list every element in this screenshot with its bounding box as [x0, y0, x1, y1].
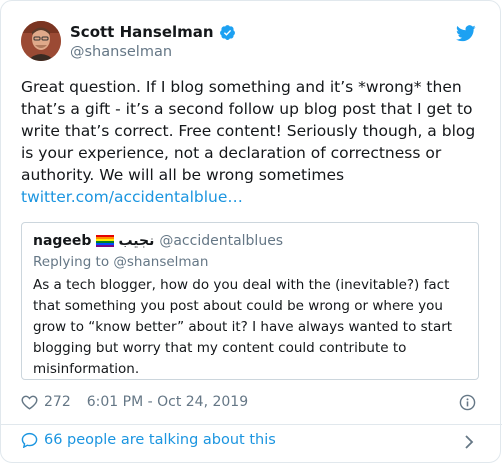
- replying-to: Replying to @shanselman: [33, 254, 209, 270]
- conversation-label: 66 people are talking about this: [44, 432, 276, 448]
- quoted-author-name-arabic: نجيب: [118, 233, 155, 249]
- quoted-tweet-header: nageeb نجيب @accidentalblues: [33, 232, 283, 250]
- quoted-tweet[interactable]: nageeb نجيب @accidentalblues Replying to…: [21, 222, 479, 380]
- chevron-right-icon[interactable]: [464, 435, 474, 449]
- author-handle[interactable]: @shanselman: [70, 43, 172, 61]
- divider: [1, 424, 502, 425]
- avatar[interactable]: [21, 21, 61, 61]
- timestamp[interactable]: 6:01 PM - Oct 24, 2019: [87, 394, 248, 410]
- quoted-tweet-text: As a tech blogger, how do you deal with …: [33, 277, 453, 377]
- info-icon[interactable]: [459, 394, 476, 411]
- like-count[interactable]: 272: [44, 394, 71, 410]
- conversation-link[interactable]: 66 people are talking about this: [21, 432, 276, 448]
- quoted-author-name: nageeb: [33, 233, 92, 249]
- twitter-bird-icon[interactable]: [456, 25, 476, 42]
- verified-badge-icon: [219, 24, 235, 40]
- rainbow-flag-icon: [96, 235, 115, 247]
- tweet-link[interactable]: twitter.com/accidentalblue…: [21, 186, 491, 208]
- author-name-row: Scott Hanselman: [70, 23, 236, 41]
- avatar-photo: [21, 21, 61, 61]
- tweet-meta: 272 6:01 PM - Oct 24, 2019: [21, 394, 248, 410]
- author-display-name[interactable]: Scott Hanselman: [70, 23, 214, 41]
- tweet-card: Scott Hanselman @shanselman Great questi…: [0, 0, 502, 463]
- speech-bubble-icon: [21, 432, 38, 448]
- tweet-body: Great question. If I blog something and …: [21, 76, 491, 208]
- quoted-author-handle: @accidentalblues: [159, 233, 284, 249]
- tweet-text: Great question. If I blog something and …: [21, 78, 476, 184]
- heart-icon[interactable]: [21, 394, 38, 410]
